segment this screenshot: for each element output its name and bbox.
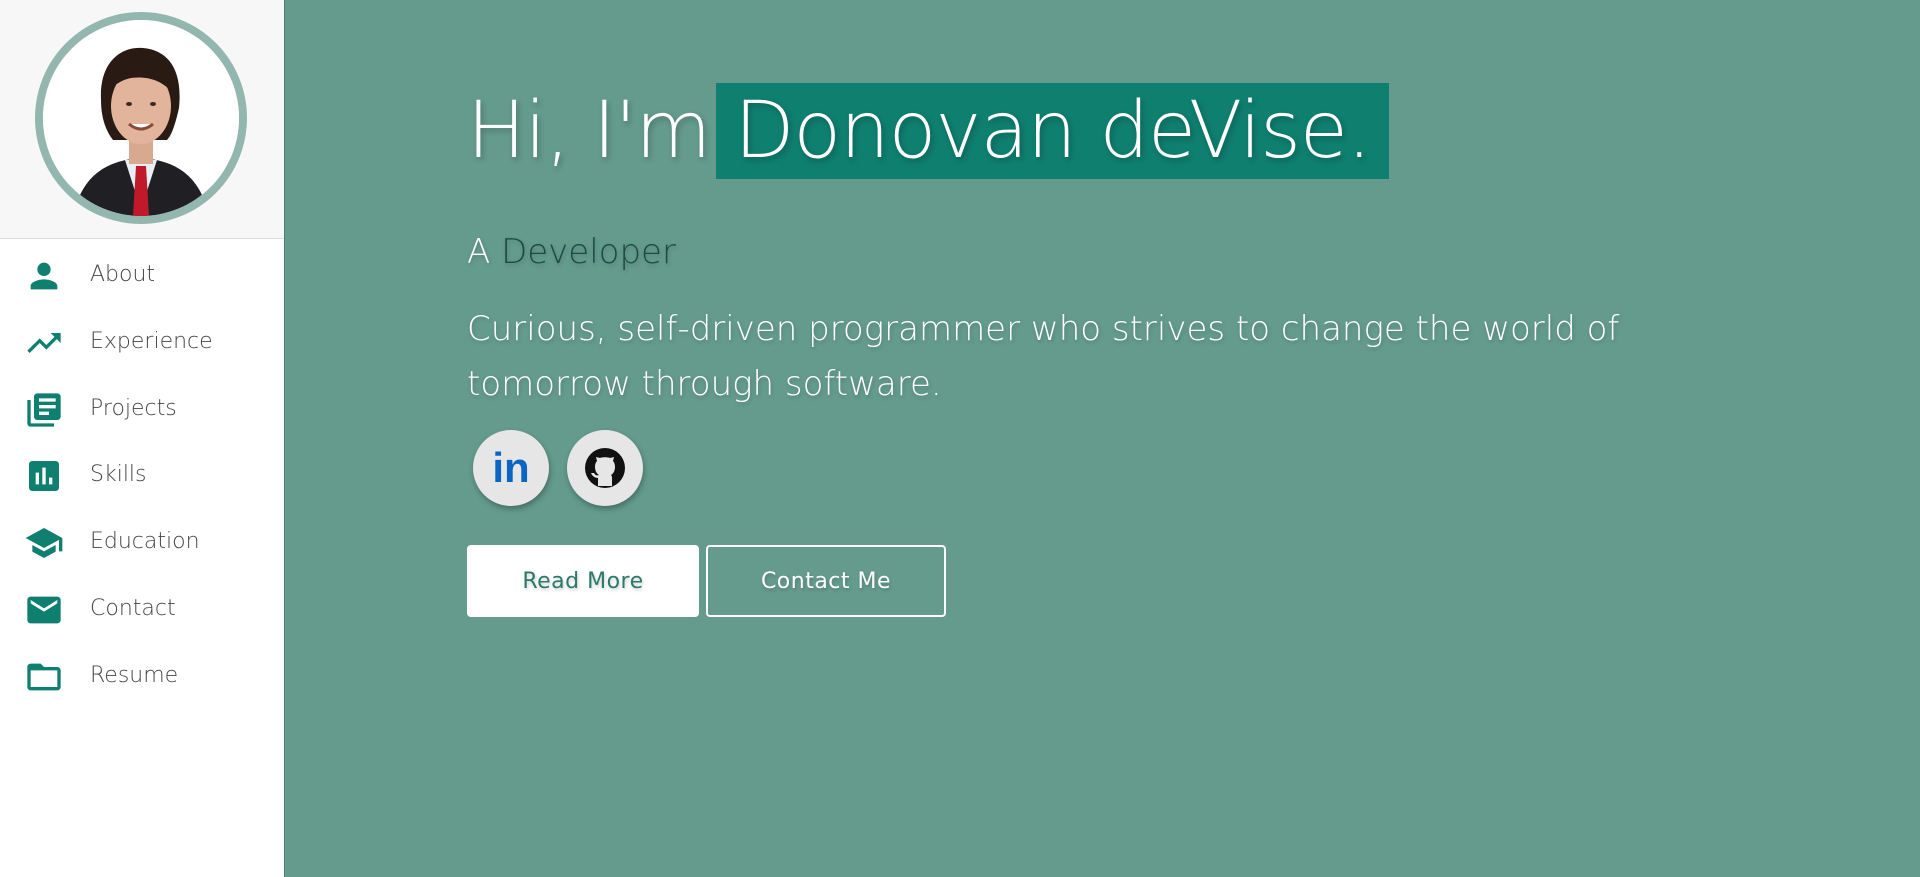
role-word: Developer <box>501 232 676 272</box>
tagline: Curious, self-driven programmer who stri… <box>467 309 1620 404</box>
avatar <box>35 12 247 224</box>
graduation-cap-icon <box>25 528 63 558</box>
github-button[interactable] <box>567 430 643 506</box>
sidebar-item-label: Education <box>90 529 200 554</box>
sidebar-item-label: Skills <box>90 462 147 487</box>
library-books-icon <box>27 393 61 427</box>
avatar-area <box>0 0 284 239</box>
contact-me-button[interactable]: Contact Me <box>706 545 946 617</box>
role-line: A Developer <box>467 232 676 272</box>
hero-headline: Hi, I'm Donovan deVise. <box>467 83 1389 179</box>
sidebar-item-about[interactable]: About <box>0 244 285 304</box>
sidebar-item-label: Resume <box>90 663 179 688</box>
folder-icon <box>27 663 61 691</box>
sidebar-item-label: Contact <box>90 596 176 621</box>
sidebar-item-projects[interactable]: Projects <box>0 378 285 438</box>
sidebar-item-contact[interactable]: Contact <box>0 578 285 638</box>
linkedin-icon: in <box>492 444 529 491</box>
profile-photo <box>43 20 239 216</box>
role-prefix: A <box>467 232 491 272</box>
github-icon <box>585 448 625 488</box>
hero-section: Hi, I'm Donovan deVise. A Developer Curio… <box>286 0 1920 877</box>
sidebar-item-skills[interactable]: Skills <box>0 444 285 504</box>
trending-up-icon <box>27 333 61 353</box>
hero-name: Donovan deVise. <box>716 83 1389 179</box>
sidebar-item-resume[interactable]: Resume <box>0 645 285 705</box>
sidebar: About Experience Projects Skills Educati… <box>0 0 285 877</box>
sidebar-item-experience[interactable]: Experience <box>0 311 285 371</box>
sidebar-item-label: Projects <box>90 396 177 421</box>
linkedin-button[interactable]: in <box>473 430 549 506</box>
read-more-button[interactable]: Read More <box>467 545 699 617</box>
greeting: Hi, I'm <box>467 86 711 176</box>
person-icon <box>30 262 58 290</box>
sidebar-item-education[interactable]: Education <box>0 511 285 571</box>
bar-chart-icon <box>29 461 59 491</box>
mail-icon <box>27 596 61 624</box>
svg-text:in: in <box>492 444 529 491</box>
sidebar-item-label: About <box>90 262 156 287</box>
sidebar-item-label: Experience <box>90 329 213 354</box>
